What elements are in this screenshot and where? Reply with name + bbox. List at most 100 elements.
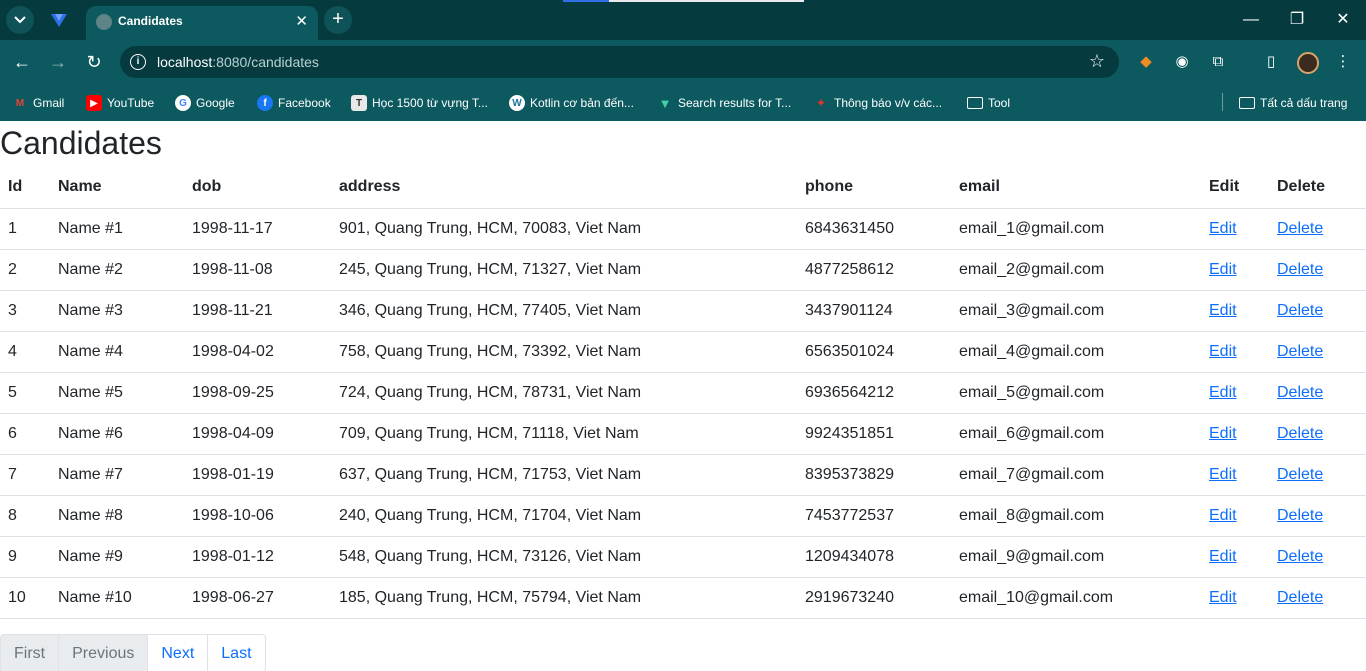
cell-dob: 1998-09-25	[184, 372, 331, 414]
delete-link[interactable]: Delete	[1277, 589, 1323, 606]
metamask-extension-icon[interactable]: ◆	[1135, 51, 1157, 73]
column-header-name: Name	[50, 167, 184, 209]
cell-name: Name #1	[50, 208, 184, 250]
delete-link[interactable]: Delete	[1277, 425, 1323, 442]
restore-icon[interactable]: ❐	[1274, 0, 1320, 40]
gmail-icon: M	[15, 97, 25, 109]
cell-email: email_2@gmail.com	[951, 249, 1201, 291]
cell-address: 240, Quang Trung, HCM, 71704, Viet Nam	[331, 495, 797, 537]
cell-phone: 7453772537	[797, 495, 951, 537]
edit-link[interactable]: Edit	[1209, 343, 1237, 360]
bookmark-label: Tool	[988, 96, 1011, 110]
cell-name: Name #3	[50, 290, 184, 332]
edit-link[interactable]: Edit	[1209, 425, 1237, 442]
extension-circle-icon[interactable]: ◉	[1171, 51, 1193, 73]
minimize-icon[interactable]: —	[1228, 0, 1274, 40]
active-tab[interactable]: Candidates ✕	[86, 6, 318, 40]
url-text[interactable]: localhost:8080/candidates	[157, 54, 319, 70]
cell-phone: 4877258612	[797, 249, 951, 291]
cell-email: email_1@gmail.com	[951, 208, 1201, 250]
bookmark-google[interactable]: G Google	[175, 93, 235, 113]
column-header-delete: Delete	[1269, 167, 1366, 209]
delete-link-cell: Delete	[1269, 577, 1366, 619]
bookmark-label: Google	[196, 96, 235, 110]
delete-link[interactable]: Delete	[1277, 466, 1323, 483]
edit-link[interactable]: Edit	[1209, 466, 1237, 483]
pagination-previous-button[interactable]: Previous	[58, 634, 149, 671]
edit-link[interactable]: Edit	[1209, 548, 1237, 565]
facebook-icon: f	[257, 95, 273, 111]
bookmark-gmail[interactable]: M Gmail	[12, 93, 65, 113]
cell-name: Name #5	[50, 372, 184, 414]
cell-email: email_10@gmail.com	[951, 577, 1201, 619]
close-window-icon[interactable]: ✕	[1320, 0, 1366, 40]
cell-name: Name #9	[50, 536, 184, 578]
bookmark-hoc-1500[interactable]: T Học 1500 từ vựng T...	[351, 93, 488, 113]
edit-link-cell: Edit	[1201, 208, 1269, 250]
pagination-first-button[interactable]: First	[0, 634, 60, 671]
menu-kebab-icon[interactable]: ⋮	[1332, 51, 1354, 73]
edit-link[interactable]: Edit	[1209, 220, 1237, 237]
delete-link[interactable]: Delete	[1277, 343, 1323, 360]
delete-link[interactable]: Delete	[1277, 548, 1323, 565]
cell-email: email_5@gmail.com	[951, 372, 1201, 414]
bookmark-facebook[interactable]: f Facebook	[257, 93, 331, 113]
table-row: 5 Name #5 1998-09-25 724, Quang Trung, HCM,…	[0, 372, 1366, 414]
puzzle-extensions-icon[interactable]: ⧉	[1207, 51, 1229, 73]
delete-link[interactable]: Delete	[1277, 261, 1323, 278]
close-tab-icon[interactable]: ✕	[295, 12, 308, 30]
new-tab-button[interactable]: +	[324, 6, 352, 34]
all-bookmarks-folder[interactable]: Tất cả dấu trang	[1239, 93, 1347, 113]
edit-link[interactable]: Edit	[1209, 384, 1237, 401]
side-panel-icon[interactable]: ▯	[1260, 51, 1282, 73]
url-host: localhost	[157, 54, 213, 70]
cell-email: email_7@gmail.com	[951, 454, 1201, 496]
pagination: First Previous Next Last	[0, 634, 266, 671]
edit-link-cell: Edit	[1201, 290, 1269, 332]
tab-strip: Candidates ✕ + — ❐ ✕	[0, 0, 1366, 40]
edit-link[interactable]: Edit	[1209, 589, 1237, 606]
edit-link[interactable]: Edit	[1209, 261, 1237, 278]
table-row: 6 Name #6 1998-04-09 709, Quang Trung, HCM,…	[0, 413, 1366, 455]
table-row: 10 Name #10 1998-06-27 185, Quang Trung, HC…	[0, 577, 1366, 619]
edit-link[interactable]: Edit	[1209, 507, 1237, 524]
pinned-tab-icon[interactable]	[50, 11, 68, 29]
back-arrow-icon[interactable]: ←	[10, 50, 34, 74]
edit-link-cell: Edit	[1201, 413, 1269, 455]
bookmark-youtube[interactable]: ▶ YouTube	[86, 93, 154, 113]
cell-phone: 8395373829	[797, 454, 951, 496]
edit-link-cell: Edit	[1201, 331, 1269, 373]
cell-address: 724, Quang Trung, HCM, 78731, Viet Nam	[331, 372, 797, 414]
bookmark-search-results[interactable]: ▼ Search results for T...	[657, 93, 792, 113]
bookmark-kotlin[interactable]: W Kotlin cơ bản đến...	[509, 93, 634, 113]
bookmark-star-icon[interactable]: ☆	[1089, 51, 1105, 72]
cell-name: Name #6	[50, 413, 184, 455]
pagination-last-button[interactable]: Last	[207, 634, 266, 671]
reload-icon[interactable]: ↻	[82, 50, 106, 74]
table-row: 2 Name #2 1998-11-08 245, Quang Trung, HCM,…	[0, 249, 1366, 291]
table-row: 4 Name #4 1998-04-02 758, Quang Trung, HCM,…	[0, 331, 1366, 373]
cell-address: 637, Quang Trung, HCM, 71753, Viet Nam	[331, 454, 797, 496]
folder-icon	[967, 97, 983, 109]
tab-search-button[interactable]	[6, 6, 34, 34]
bookmarks-bar: M Gmail ▶ YouTube G Google f Facebook T Học 1…	[0, 85, 1366, 121]
bookmark-folder-tool[interactable]: Tool	[967, 93, 1010, 113]
chevron-down-icon	[14, 16, 26, 24]
column-header-id: Id	[0, 167, 50, 209]
page-content: Candidates Id Name dob address phone ema…	[0, 121, 1366, 671]
cell-id: 2	[0, 249, 50, 291]
address-bar[interactable]: i localhost:8080/candidates ☆	[120, 46, 1119, 78]
edit-link[interactable]: Edit	[1209, 302, 1237, 319]
bookmark-label: Facebook	[278, 96, 331, 110]
delete-link[interactable]: Delete	[1277, 220, 1323, 237]
bookmark-thong-bao[interactable]: ✦ Thông báo v/v các...	[813, 93, 942, 113]
delete-link[interactable]: Delete	[1277, 302, 1323, 319]
pagination-next-button[interactable]: Next	[147, 634, 209, 671]
load-progress-bar	[563, 0, 804, 2]
cell-name: Name #8	[50, 495, 184, 537]
profile-avatar[interactable]	[1297, 52, 1319, 74]
delete-link[interactable]: Delete	[1277, 384, 1323, 401]
forward-arrow-icon[interactable]: →	[46, 50, 70, 74]
info-icon[interactable]: i	[130, 54, 146, 70]
delete-link[interactable]: Delete	[1277, 507, 1323, 524]
